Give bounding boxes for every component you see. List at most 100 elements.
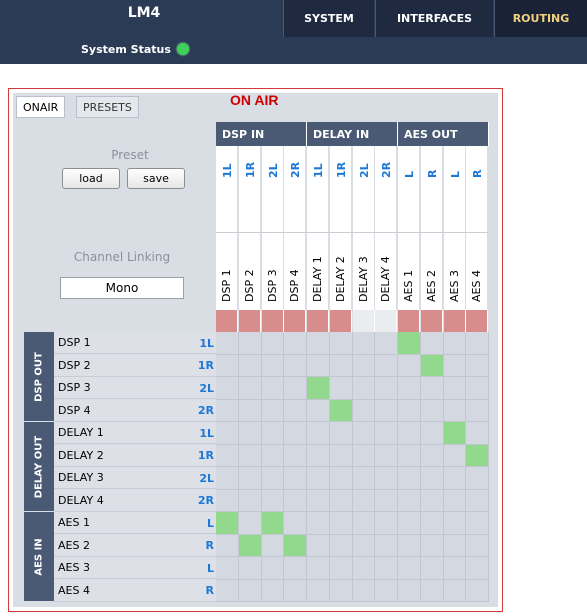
crosspoint-cell[interactable] <box>443 377 467 400</box>
crosspoint-cell[interactable] <box>398 354 421 377</box>
crosspoint-cell[interactable] <box>398 557 421 580</box>
crosspoint-cell[interactable] <box>352 579 376 602</box>
crosspoint-cell[interactable] <box>307 489 330 512</box>
crosspoint-cell[interactable] <box>216 489 239 512</box>
crosspoint-cell[interactable] <box>443 444 467 467</box>
crosspoint-cell[interactable] <box>466 534 489 557</box>
crosspoint-cell[interactable] <box>352 444 376 467</box>
crosspoint-cell[interactable] <box>216 579 239 602</box>
crosspoint-cell[interactable] <box>443 489 467 512</box>
crosspoint-cell[interactable] <box>216 534 239 557</box>
crosspoint-cell[interactable] <box>238 467 262 490</box>
crosspoint-cell-active[interactable] <box>216 512 239 535</box>
crosspoint-cell[interactable] <box>398 489 421 512</box>
crosspoint-cell[interactable] <box>216 557 239 580</box>
crosspoint-cell[interactable] <box>398 444 421 467</box>
crosspoint-cell[interactable] <box>466 489 489 512</box>
crosspoint-cell-active[interactable] <box>307 377 330 400</box>
crosspoint-cell[interactable] <box>420 422 444 445</box>
crosspoint-cell[interactable] <box>261 557 285 580</box>
crosspoint-cell[interactable] <box>352 467 376 490</box>
crosspoint-cell[interactable] <box>466 579 489 602</box>
crosspoint-cell[interactable] <box>466 557 489 580</box>
crosspoint-cell[interactable] <box>261 399 285 422</box>
crosspoint-cell[interactable] <box>375 512 398 535</box>
crosspoint-cell[interactable] <box>307 557 330 580</box>
nav-system[interactable]: SYSTEM <box>283 0 374 37</box>
crosspoint-cell[interactable] <box>238 422 262 445</box>
crosspoint-cell[interactable] <box>352 354 376 377</box>
crosspoint-cell[interactable] <box>329 467 353 490</box>
crosspoint-cell[interactable] <box>352 332 376 355</box>
crosspoint-cell[interactable] <box>420 534 444 557</box>
crosspoint-cell[interactable] <box>420 377 444 400</box>
crosspoint-cell[interactable] <box>443 399 467 422</box>
crosspoint-cell-active[interactable] <box>420 354 444 377</box>
crosspoint-cell[interactable] <box>261 579 285 602</box>
tab-presets[interactable]: PRESETS <box>76 96 139 118</box>
crosspoint-cell[interactable] <box>329 332 353 355</box>
tab-onair[interactable]: ONAIR <box>16 96 66 118</box>
crosspoint-cell[interactable] <box>329 579 353 602</box>
crosspoint-cell[interactable] <box>307 534 330 557</box>
crosspoint-cell[interactable] <box>352 534 376 557</box>
crosspoint-cell[interactable] <box>261 467 285 490</box>
crosspoint-cell[interactable] <box>216 422 239 445</box>
crosspoint-cell[interactable] <box>420 467 444 490</box>
crosspoint-cell[interactable] <box>398 467 421 490</box>
load-button[interactable]: load <box>62 168 120 189</box>
crosspoint-cell[interactable] <box>284 557 307 580</box>
nav-interfaces[interactable]: INTERFACES <box>375 0 493 37</box>
save-button[interactable]: save <box>127 168 185 189</box>
crosspoint-cell[interactable] <box>420 512 444 535</box>
crosspoint-cell[interactable] <box>284 332 307 355</box>
crosspoint-cell[interactable] <box>284 467 307 490</box>
crosspoint-cell[interactable] <box>352 512 376 535</box>
crosspoint-cell[interactable] <box>284 354 307 377</box>
crosspoint-cell[interactable] <box>307 467 330 490</box>
crosspoint-cell[interactable] <box>375 444 398 467</box>
crosspoint-cell[interactable] <box>329 422 353 445</box>
crosspoint-cell[interactable] <box>375 534 398 557</box>
crosspoint-cell[interactable] <box>261 534 285 557</box>
crosspoint-cell[interactable] <box>466 422 489 445</box>
crosspoint-cell[interactable] <box>216 377 239 400</box>
crosspoint-cell[interactable] <box>375 377 398 400</box>
crosspoint-cell-active[interactable] <box>398 332 421 355</box>
crosspoint-cell[interactable] <box>261 332 285 355</box>
crosspoint-cell[interactable] <box>216 332 239 355</box>
crosspoint-cell[interactable] <box>284 377 307 400</box>
crosspoint-cell[interactable] <box>261 489 285 512</box>
crosspoint-cell[interactable] <box>307 512 330 535</box>
crosspoint-cell[interactable] <box>284 489 307 512</box>
crosspoint-cell[interactable] <box>238 354 262 377</box>
crosspoint-cell[interactable] <box>216 354 239 377</box>
crosspoint-cell[interactable] <box>352 557 376 580</box>
crosspoint-cell[interactable] <box>420 557 444 580</box>
crosspoint-cell[interactable] <box>307 444 330 467</box>
crosspoint-cell-active[interactable] <box>284 534 307 557</box>
crosspoint-cell[interactable] <box>261 354 285 377</box>
crosspoint-cell[interactable] <box>466 332 489 355</box>
crosspoint-cell[interactable] <box>466 377 489 400</box>
crosspoint-cell[interactable] <box>375 354 398 377</box>
crosspoint-cell[interactable] <box>284 399 307 422</box>
crosspoint-cell[interactable] <box>238 377 262 400</box>
crosspoint-cell[interactable] <box>329 557 353 580</box>
crosspoint-cell[interactable] <box>420 579 444 602</box>
crosspoint-cell[interactable] <box>238 579 262 602</box>
crosspoint-cell[interactable] <box>375 332 398 355</box>
crosspoint-cell[interactable] <box>443 534 467 557</box>
crosspoint-cell[interactable] <box>216 399 239 422</box>
crosspoint-cell[interactable] <box>329 444 353 467</box>
crosspoint-cell[interactable] <box>375 579 398 602</box>
crosspoint-cell[interactable] <box>398 399 421 422</box>
crosspoint-cell[interactable] <box>284 512 307 535</box>
crosspoint-cell[interactable] <box>375 489 398 512</box>
crosspoint-cell[interactable] <box>398 422 421 445</box>
crosspoint-cell[interactable] <box>238 332 262 355</box>
crosspoint-cell[interactable] <box>216 444 239 467</box>
crosspoint-cell[interactable] <box>420 399 444 422</box>
crosspoint-cell[interactable] <box>466 399 489 422</box>
crosspoint-cell[interactable] <box>238 444 262 467</box>
